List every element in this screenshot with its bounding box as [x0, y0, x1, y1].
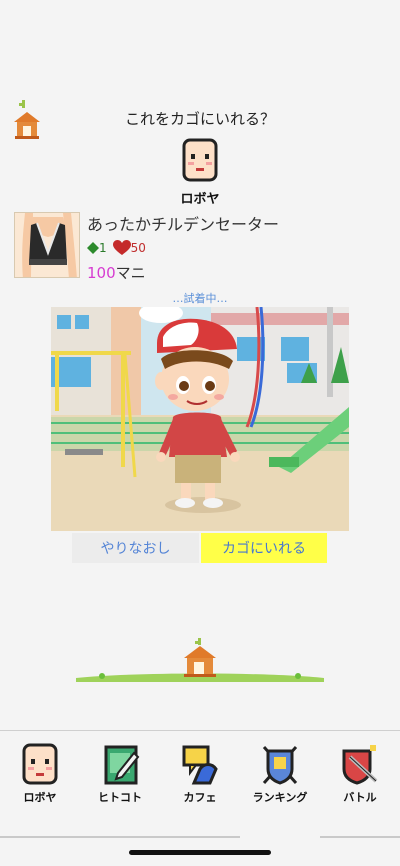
item-price: 100マニ — [87, 262, 146, 283]
defense-stat: 1 — [87, 241, 107, 255]
tab-label-hitokoto: ヒトコト — [98, 791, 142, 804]
shield-sword-icon — [342, 745, 378, 785]
shop-face-icon — [182, 138, 218, 182]
cafe-icon — [182, 745, 218, 785]
red-heart-icon — [112, 240, 131, 255]
hp-value: 50 — [130, 241, 146, 255]
shop-name: ロボヤ — [180, 192, 220, 207]
add-to-cart-button[interactable]: カゴにいれる — [201, 533, 327, 563]
defense-value: 1 — [99, 241, 107, 255]
tab-robotshop[interactable]: ロボヤ — [0, 743, 80, 823]
tab-cafe[interactable]: カフェ — [160, 743, 240, 823]
fitting-status: …試着中… — [172, 292, 228, 305]
tab-ranking[interactable]: ランキング — [240, 743, 320, 823]
green-diamond-icon — [87, 242, 99, 254]
try-on-preview — [51, 307, 349, 531]
tab-label-cafe: カフェ — [183, 791, 217, 804]
scroll-track-right — [320, 836, 400, 838]
scroll-track-left — [0, 836, 240, 838]
hut-ground-illustration — [76, 638, 324, 682]
tab-label-ranking: ランキング — [252, 791, 308, 804]
confirm-question: これをカゴにいれる？ — [124, 110, 275, 128]
price-value: 100 — [87, 264, 116, 282]
tab-label-battle: バトル — [343, 791, 377, 804]
bottom-tab-bar: ロボヤ ヒトコト カフェ ランキング バトル — [0, 730, 400, 836]
tab-battle[interactable]: バトル — [320, 743, 400, 823]
home-indicator — [129, 850, 271, 855]
retry-button[interactable]: やりなおし — [72, 533, 199, 563]
item-stats: 1 50 — [87, 240, 146, 256]
notebook-icon — [104, 745, 140, 785]
price-currency: マニ — [115, 264, 146, 282]
item-name: あったかチルデンセーター — [87, 215, 280, 234]
crest-icon — [262, 746, 298, 785]
hp-stat: 50 — [112, 240, 146, 256]
face-icon — [22, 743, 58, 785]
tab-hitokoto[interactable]: ヒトコト — [80, 743, 160, 823]
item-thumbnail — [14, 212, 80, 278]
tab-label-robotshop: ロボヤ — [23, 791, 57, 804]
